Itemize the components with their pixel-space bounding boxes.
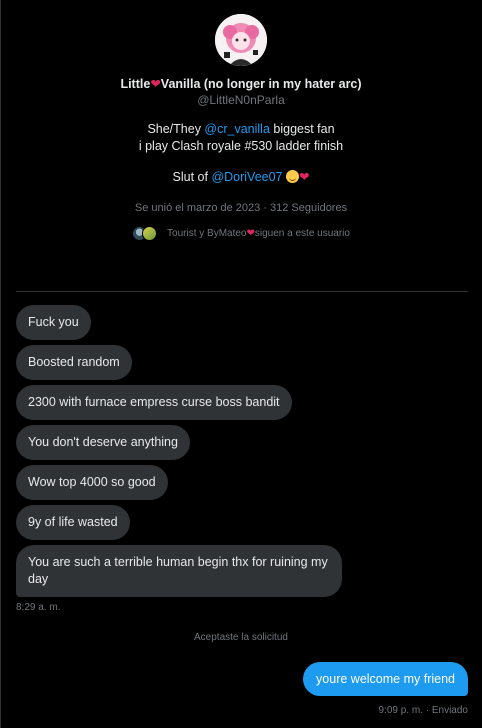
bio-line-3-prefix: Slut of (172, 170, 212, 184)
divider (16, 291, 468, 292)
smiling-face-with-hearts-icon (286, 170, 299, 183)
bio-line-1: She/They @cr_vanilla biggest fan (0, 121, 482, 138)
follower-avatars (132, 226, 158, 241)
bio-line-1-prefix: She/They (147, 122, 205, 136)
sent-status: 9:09 p. m. · Enviado (378, 705, 469, 716)
heart-icon: ❤ (246, 228, 255, 239)
follower-avatar (142, 226, 158, 241)
received-message[interactable]: Boosted random (16, 345, 132, 380)
bio-mention-link-2[interactable]: @DoriVee07 (211, 170, 282, 184)
profile-header: Little❤Vanilla (no longer in my hater ar… (0, 10, 482, 241)
followed-by-suffix: siguen a este usuario (254, 228, 350, 239)
received-message[interactable]: Wow top 4000 so good (16, 465, 168, 500)
followed-by-names: Tourist y ByMateo (167, 228, 247, 239)
request-accepted-notice: Aceptaste la solicitud (194, 632, 288, 643)
bio-line-3: Slut of @DoriVee07 ❤ (0, 169, 482, 186)
bio: She/They @cr_vanilla biggest fan i play … (0, 121, 482, 155)
bio-mention-link[interactable]: @cr_vanilla (204, 122, 270, 136)
heart-icon: ❤ (150, 77, 161, 91)
message-list: Fuck you Boosted random 2300 with furnac… (16, 305, 468, 613)
display-name-prefix: Little (120, 77, 151, 91)
followed-by-row[interactable]: Tourist y ByMateo ❤ siguen a este usuario (0, 226, 482, 241)
joined-and-followers: Se unió el marzo de 2023 · 312 Seguidore… (134, 202, 348, 214)
user-handle: @LittleN0nParla (197, 93, 285, 107)
display-name-suffix: Vanilla (no longer in my hater arc) (160, 77, 362, 91)
received-message[interactable]: 2300 with furnace empress curse boss ban… (16, 385, 292, 420)
heart-icon: ❤ (299, 170, 310, 184)
dm-conversation-panel: Little❤Vanilla (no longer in my hater ar… (0, 0, 482, 728)
received-message[interactable]: Fuck you (16, 305, 91, 340)
received-message[interactable]: 9y of life wasted (16, 505, 130, 540)
display-name[interactable]: Little❤Vanilla (no longer in my hater ar… (0, 76, 482, 91)
received-timestamp: 8:29 a. m. (16, 602, 61, 613)
received-message[interactable]: You are such a terrible human begin thx … (16, 545, 342, 597)
sent-message[interactable]: youre welcome my friend (303, 662, 468, 696)
received-message[interactable]: You don't deserve anything (16, 425, 190, 460)
bio-line-2: i play Clash royale #530 ladder finish (138, 139, 344, 153)
bio-line-1-suffix: biggest fan (269, 122, 335, 136)
avatar[interactable] (215, 14, 267, 66)
